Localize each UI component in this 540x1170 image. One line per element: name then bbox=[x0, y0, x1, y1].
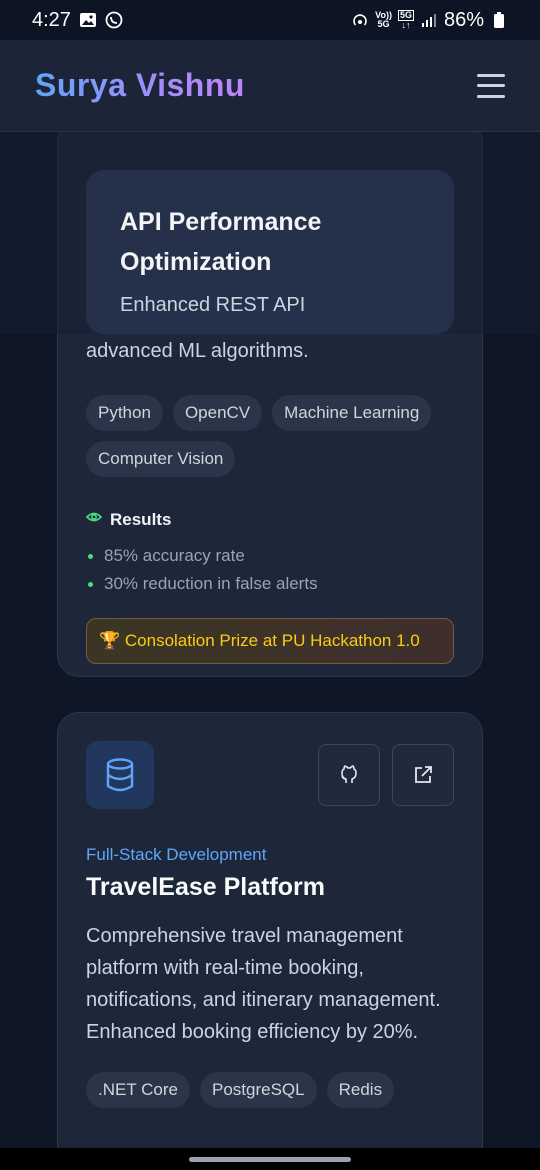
status-bar: 4:27 Vo)) 5G 5G ↓↑ 86% bbox=[0, 0, 540, 40]
project-card-travelease: Full-Stack Development TravelEase Platfo… bbox=[57, 712, 483, 1170]
eye-icon bbox=[85, 509, 103, 530]
status-time: 4:27 bbox=[32, 8, 71, 31]
results-heading: Results bbox=[85, 509, 466, 530]
overlay-card-title: API Performance Optimization bbox=[120, 208, 322, 276]
menu-line bbox=[477, 84, 505, 87]
status-right: Vo)) 5G 5G ↓↑ 86% bbox=[351, 9, 508, 32]
project-card-content: advanced ML algorithms. Python OpenCV Ma… bbox=[85, 340, 466, 664]
gallery-icon bbox=[79, 11, 97, 29]
volte-indicator: Vo)) 5G bbox=[375, 10, 392, 29]
overlay-project-card[interactable]: API Performance Optimization Enhanced RE… bbox=[86, 170, 454, 334]
project-description: Comprehensive travel management platform… bbox=[86, 925, 441, 1043]
status-left: 4:27 bbox=[32, 9, 123, 32]
prize-badge: 🏆 Consolation Prize at PU Hackathon 1.0 bbox=[86, 618, 454, 664]
system-nav-bar bbox=[0, 1148, 540, 1170]
battery-percent: 86% bbox=[443, 8, 484, 31]
database-icon bbox=[86, 741, 154, 809]
external-link-icon bbox=[415, 766, 432, 783]
tech-tag: OpenCV bbox=[172, 395, 263, 431]
github-icon bbox=[341, 765, 357, 783]
project-category: Full-Stack Development bbox=[86, 845, 267, 864]
menu-line bbox=[477, 94, 505, 98]
tech-tag: Computer Vision bbox=[86, 441, 236, 477]
external-link-button[interactable] bbox=[392, 744, 454, 806]
result-item: 85% accuracy rate bbox=[86, 542, 466, 570]
hotspot-icon bbox=[351, 11, 369, 29]
tech-tags: Python OpenCV Machine Learning Computer … bbox=[86, 395, 446, 477]
tech-tag: .NET Core bbox=[86, 1072, 190, 1108]
project-description: advanced ML algorithms. bbox=[86, 340, 309, 362]
site-header: Surya Vishnu bbox=[0, 40, 540, 132]
brand-logo[interactable]: Surya Vishnu bbox=[35, 67, 245, 104]
results-list: 85% accuracy rate 30% reduction in false… bbox=[86, 542, 466, 598]
tech-tag: Redis bbox=[326, 1072, 395, 1108]
external-links bbox=[318, 744, 454, 806]
signal-icon bbox=[420, 11, 438, 29]
tech-tag: PostgreSQL bbox=[200, 1072, 317, 1108]
overlay-card-description: Enhanced REST API bbox=[120, 294, 306, 316]
card-top-row bbox=[86, 741, 454, 809]
result-item: 30% reduction in false alerts bbox=[86, 570, 466, 598]
project-title: TravelEase Platform bbox=[86, 873, 326, 901]
github-button[interactable] bbox=[318, 744, 380, 806]
tech-tag: Python bbox=[86, 395, 163, 431]
hamburger-menu-button[interactable] bbox=[477, 73, 505, 98]
whatsapp-icon bbox=[105, 11, 123, 29]
home-gesture-handle[interactable] bbox=[189, 1156, 351, 1162]
tech-tags: .NET Core PostgreSQL Redis bbox=[86, 1072, 446, 1108]
menu-line bbox=[477, 73, 505, 77]
results-label: Results bbox=[110, 509, 172, 529]
battery-icon bbox=[490, 11, 508, 29]
tech-tag: Machine Learning bbox=[272, 395, 432, 431]
data-indicator: 5G ↓↑ bbox=[397, 10, 414, 30]
